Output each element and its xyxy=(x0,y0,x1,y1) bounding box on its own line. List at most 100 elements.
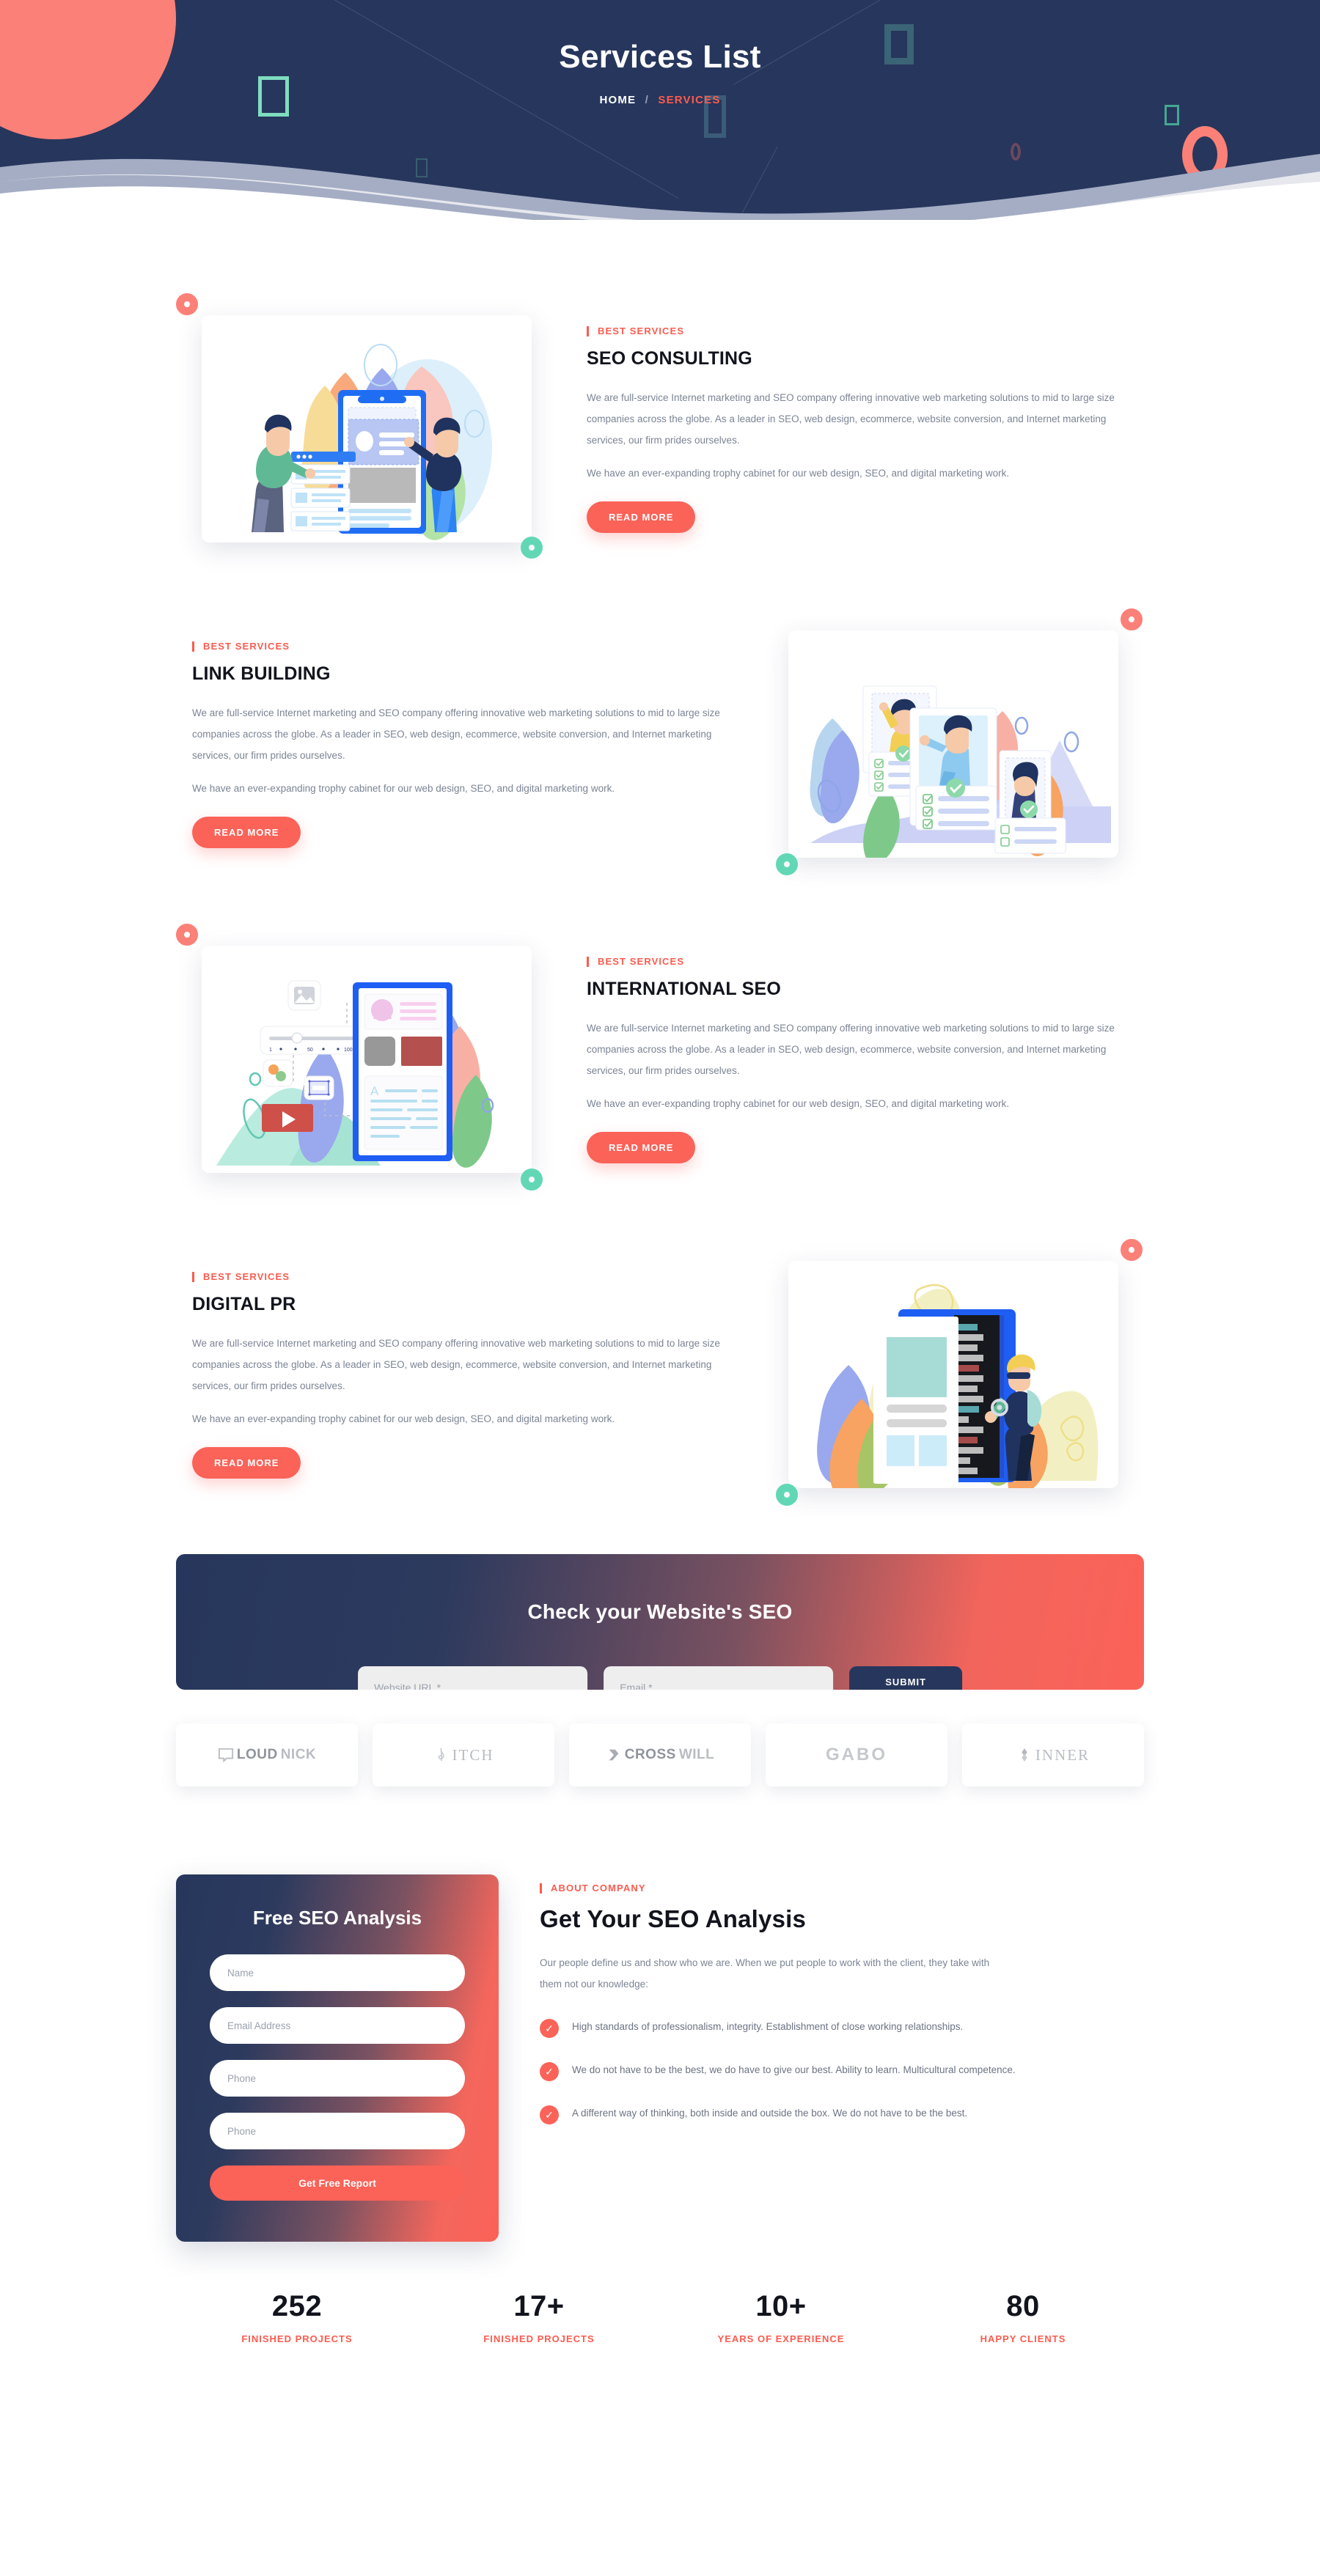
breadcrumb-separator: / xyxy=(645,94,649,107)
service-paragraph-1: We are full-service Internet marketing a… xyxy=(192,707,720,762)
service-text: BEST SERVICES INTERNATIONAL SEO We are f… xyxy=(557,955,1144,1164)
client-logo-name-a: GABO xyxy=(826,1745,887,1764)
ring-decoration-teal xyxy=(521,1169,543,1191)
chevron-mark-icon xyxy=(609,1749,619,1761)
breadcrumb: HOME / SERVICES xyxy=(0,94,1320,106)
digital-pr-illustration xyxy=(817,1284,1099,1488)
hero-content: Services List HOME / SERVICES xyxy=(0,39,1320,106)
counter-number: 252 xyxy=(271,2290,323,2322)
svg-text:50: 50 xyxy=(307,1048,313,1053)
loudnick-logo: LOUD NICK xyxy=(218,1747,316,1763)
counter-label: FINISHED PROJECTS xyxy=(483,2333,595,2344)
name-field[interactable] xyxy=(210,1954,465,1991)
ring-decoration-teal xyxy=(776,1484,798,1506)
service-paragraph-2: We have an ever-expanding trophy cabinet… xyxy=(192,783,615,795)
hero-wave-divider xyxy=(0,154,1320,220)
client-logo-item[interactable]: LOUD NICK xyxy=(176,1723,358,1786)
email-input[interactable] xyxy=(604,1666,834,1690)
client-logo-item[interactable]: CROSS WILL xyxy=(569,1723,751,1786)
check-icon: ✓ xyxy=(540,2019,559,2039)
analysis-section: Free SEO Analysis Get Free Report ABOUT … xyxy=(176,1874,1144,2242)
service-eyebrow: BEST SERVICES xyxy=(587,325,684,337)
phone-field-secondary[interactable] xyxy=(210,2113,465,2149)
pitch-logo: ITCH xyxy=(433,1746,494,1764)
crosswill-logo: CROSS WILL xyxy=(606,1747,715,1763)
svg-text:100: 100 xyxy=(344,1048,353,1053)
svg-text:1: 1 xyxy=(269,1048,272,1053)
submit-now-button[interactable]: SUBMIT NOW xyxy=(849,1666,962,1690)
counter-label: FINISHED PROJECTS xyxy=(241,2333,353,2344)
service-title: SEO CONSULTING xyxy=(587,348,752,369)
service-text: BEST SERVICES DIGITAL PR We are full-ser… xyxy=(176,1270,763,1479)
service-illustration-card xyxy=(788,630,1118,858)
service-media: 1 50 100 A xyxy=(176,924,557,1195)
client-logo-name-b: WILL xyxy=(678,1747,715,1762)
statistics-counters: 252 FINISHED PROJECTS 17+ FINISHED PROJE… xyxy=(176,2290,1144,2396)
check-icon: ✓ xyxy=(540,2062,559,2082)
client-logos: LOUD NICK ITCH CROSS WILL GABO INNER xyxy=(176,1723,1144,1786)
read-more-button[interactable]: READ MORE xyxy=(192,1447,301,1479)
client-logo-name-a: LOUD xyxy=(236,1747,278,1762)
get-free-report-button[interactable]: Get Free Report xyxy=(210,2165,465,2201)
counter-label: HAPPY CLIENTS xyxy=(980,2333,1066,2344)
read-more-button[interactable]: READ MORE xyxy=(587,1132,696,1164)
service-title: INTERNATIONAL SEO xyxy=(587,979,781,1000)
counter-number: 10+ xyxy=(755,2290,807,2322)
about-eyebrow: ABOUT COMPANY xyxy=(540,1883,646,1894)
service-row: BEST SERVICES LINK BUILDING We are full-… xyxy=(176,608,1144,880)
service-eyebrow: BEST SERVICES xyxy=(192,1271,290,1283)
website-url-input[interactable] xyxy=(358,1666,588,1690)
service-title: DIGITAL PR xyxy=(192,1294,296,1315)
email-field[interactable] xyxy=(210,2007,465,2044)
service-eyebrow: BEST SERVICES xyxy=(587,956,684,968)
counter-item: 10+ YEARS OF EXPERIENCE xyxy=(660,2290,902,2344)
list-item: ✓ A different way of thinking, both insi… xyxy=(540,2103,1038,2125)
check-point-text: High standards of professionalism, integ… xyxy=(572,2021,964,2033)
service-media xyxy=(763,608,1144,880)
service-illustration-card: 1 50 100 A xyxy=(202,946,532,1173)
page-hero: Services List HOME / SERVICES xyxy=(0,0,1320,220)
free-seo-analysis-card: Free SEO Analysis Get Free Report xyxy=(176,1874,499,2242)
seo-check-title: Check your Website's SEO xyxy=(527,1600,793,1623)
hero-square-decoration-faint xyxy=(416,158,428,177)
free-seo-analysis-title: Free SEO Analysis xyxy=(252,1907,422,1929)
phone-field[interactable] xyxy=(210,2060,465,2097)
ring-decoration-coral xyxy=(176,924,198,946)
ring-decoration-coral xyxy=(1121,608,1143,630)
check-point-text: A different way of thinking, both inside… xyxy=(572,2108,968,2119)
service-paragraph-2: We have an ever-expanding trophy cabinet… xyxy=(587,1098,1010,1110)
service-illustration-card xyxy=(202,315,532,542)
service-media xyxy=(763,1239,1144,1510)
about-paragraph: Our people define us and show who we are… xyxy=(540,1957,990,1990)
service-paragraph-2: We have an ever-expanding trophy cabinet… xyxy=(192,1413,615,1425)
counter-number: 17+ xyxy=(513,2290,565,2322)
about-title: Get Your SEO Analysis xyxy=(540,1905,807,1933)
service-row: 1 50 100 A BEST SERVICES INTERNATIONAL S… xyxy=(176,924,1144,1195)
breadcrumb-home-link[interactable]: HOME xyxy=(599,94,636,106)
counter-item: 17+ FINISHED PROJECTS xyxy=(418,2290,660,2344)
client-logo-item[interactable]: INNER xyxy=(962,1723,1144,1786)
client-logo-item[interactable]: GABO xyxy=(766,1723,947,1786)
counter-number: 80 xyxy=(1006,2290,1040,2322)
client-logo-name-b: ITCH xyxy=(452,1745,494,1764)
gabo-logo: GABO xyxy=(826,1745,887,1765)
counter-item: 252 FINISHED PROJECTS xyxy=(176,2290,418,2344)
service-paragraph-2: We have an ever-expanding trophy cabinet… xyxy=(587,468,1010,479)
counter-item: 80 HAPPY CLIENTS xyxy=(902,2290,1144,2344)
service-title: LINK BUILDING xyxy=(192,663,331,685)
seo-check-banner: Check your Website's SEO SUBMIT NOW xyxy=(176,1554,1144,1690)
service-paragraph-1: We are full-service Internet marketing a… xyxy=(587,392,1115,446)
hero-ring-decoration-coral xyxy=(1182,126,1228,183)
read-more-button[interactable]: READ MORE xyxy=(587,501,696,534)
check-point-text: We do not have to be the best, we do hav… xyxy=(572,2064,1016,2076)
client-logo-name-b: NICK xyxy=(280,1747,317,1762)
link-building-illustration xyxy=(810,685,1111,858)
read-more-button[interactable]: READ MORE xyxy=(192,817,301,849)
international-seo-illustration: 1 50 100 A xyxy=(216,980,494,1168)
ring-decoration-teal xyxy=(776,853,798,875)
page-title: Services List xyxy=(559,39,761,75)
client-logo-item[interactable]: ITCH xyxy=(373,1723,554,1786)
list-item: ✓ High standards of professionalism, int… xyxy=(540,2017,1038,2039)
service-media xyxy=(176,293,557,564)
seo-check-form: SUBMIT NOW xyxy=(358,1666,962,1690)
